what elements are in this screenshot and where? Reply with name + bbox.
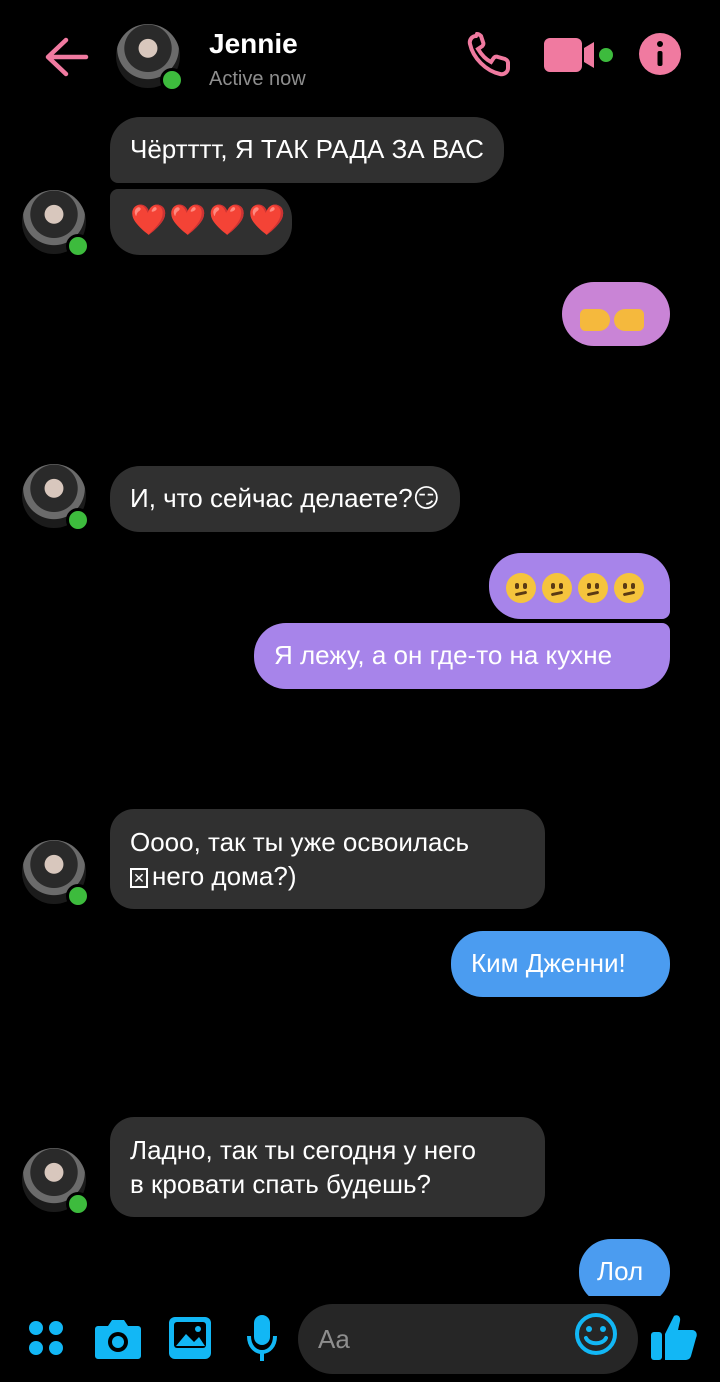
message-text-line-2: ✕ него дома?) bbox=[130, 859, 525, 893]
message-bubble-outgoing[interactable] bbox=[562, 282, 670, 346]
contact-status: Active now bbox=[209, 68, 306, 90]
message-text: Я лежу, а он где-то на кухне bbox=[274, 640, 613, 670]
confused-face-emoji bbox=[614, 573, 644, 604]
confused-face-emoji bbox=[578, 573, 608, 604]
hearts-emoji: ❤️❤️❤️❤️ bbox=[130, 204, 288, 237]
message-bubble-incoming[interactable]: ❤️❤️❤️❤️ bbox=[110, 189, 292, 255]
online-indicator bbox=[66, 234, 90, 258]
contact-avatar[interactable] bbox=[22, 840, 90, 908]
message-text: Лол bbox=[597, 1256, 644, 1286]
online-indicator bbox=[66, 1192, 90, 1216]
back-arrow-icon[interactable] bbox=[44, 36, 90, 78]
info-icon[interactable] bbox=[638, 32, 682, 76]
pointing-right-emoji bbox=[580, 309, 610, 332]
gallery-icon[interactable] bbox=[168, 1316, 212, 1360]
chat-header: Jennie Active now bbox=[0, 0, 720, 110]
apps-icon[interactable] bbox=[28, 1320, 64, 1356]
message-bubble-incoming[interactable]: Чёртттт, Я ТАК РАДА ЗА ВАС bbox=[110, 117, 504, 183]
message-bubble-outgoing[interactable]: Я лежу, а он где-то на кухне bbox=[254, 623, 670, 689]
contact-avatar[interactable] bbox=[22, 464, 90, 532]
message-bubble-outgoing[interactable]: Ким Дженни! bbox=[451, 931, 670, 997]
pointing-left-emoji bbox=[614, 309, 644, 332]
message-bubble-incoming[interactable]: Оооо, так ты уже освоилась ✕ него дома?) bbox=[110, 809, 545, 909]
confused-face-emoji bbox=[506, 573, 536, 604]
message-text-line: Ладно, так ты сегодня у него bbox=[130, 1135, 476, 1165]
video-camera-icon[interactable] bbox=[544, 32, 614, 78]
microphone-icon[interactable] bbox=[246, 1314, 278, 1364]
contact-avatar[interactable] bbox=[22, 1148, 90, 1216]
online-indicator bbox=[66, 508, 90, 532]
message-text: И, что сейчас делаете?😏 bbox=[130, 483, 440, 513]
message-bubble-outgoing[interactable] bbox=[489, 553, 670, 619]
online-indicator bbox=[160, 68, 184, 92]
contact-avatar[interactable] bbox=[22, 190, 90, 258]
message-bubble-incoming[interactable]: И, что сейчас делаете?😏 bbox=[110, 466, 460, 532]
message-text: Ким Дженни! bbox=[471, 948, 626, 978]
contact-name[interactable]: Jennie bbox=[209, 28, 298, 60]
message-text-line: Оооо, так ты уже освоилась bbox=[130, 827, 470, 857]
message-text-line-2: в кровати спать будешь? bbox=[130, 1169, 431, 1199]
camera-icon[interactable] bbox=[94, 1316, 142, 1360]
input-placeholder: Aa bbox=[318, 1324, 350, 1354]
message-text: Чёртттт, Я ТАК РАДА ЗА ВАС bbox=[130, 134, 484, 164]
message-bubble-incoming[interactable]: Ладно, так ты сегодня у него в кровати с… bbox=[110, 1117, 545, 1217]
missing-glyph-box: ✕ bbox=[130, 868, 148, 889]
message-text: него дома?) bbox=[152, 861, 297, 891]
emoji-icon[interactable] bbox=[574, 1312, 618, 1356]
message-composer: Aa bbox=[0, 1296, 720, 1382]
thumbs-up-icon[interactable] bbox=[650, 1312, 698, 1362]
confused-face-emoji bbox=[542, 573, 572, 604]
phone-icon[interactable] bbox=[466, 32, 512, 78]
online-indicator bbox=[66, 884, 90, 908]
